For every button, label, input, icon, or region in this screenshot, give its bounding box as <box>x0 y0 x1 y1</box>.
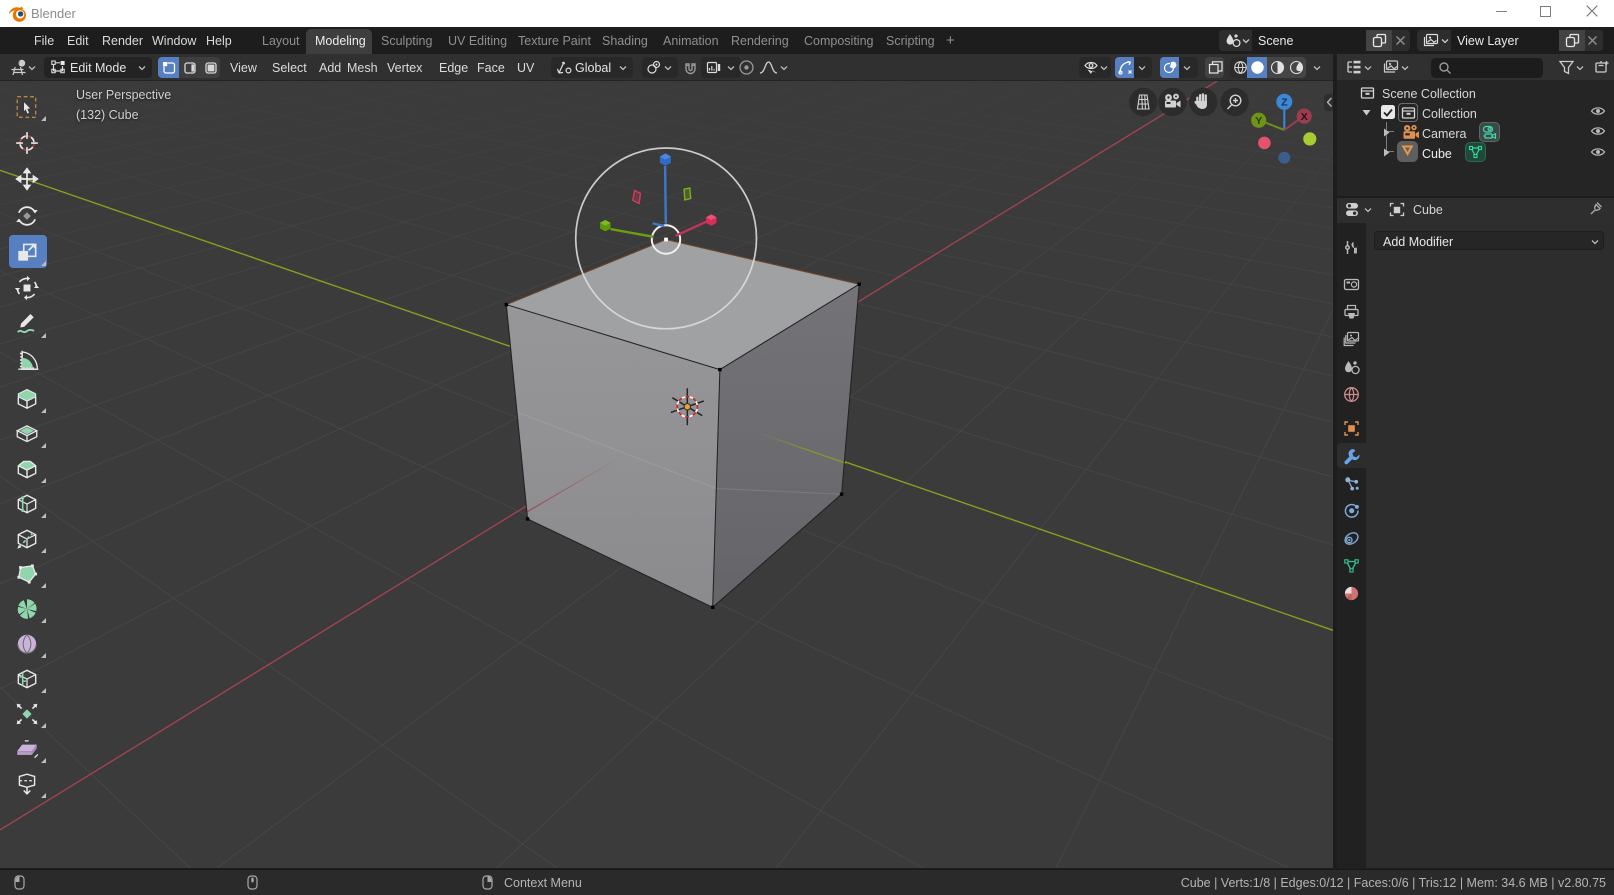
svg-text:X: X <box>1301 111 1308 123</box>
svg-text:Z: Z <box>1281 97 1288 109</box>
svg-text:Y: Y <box>1255 115 1262 127</box>
